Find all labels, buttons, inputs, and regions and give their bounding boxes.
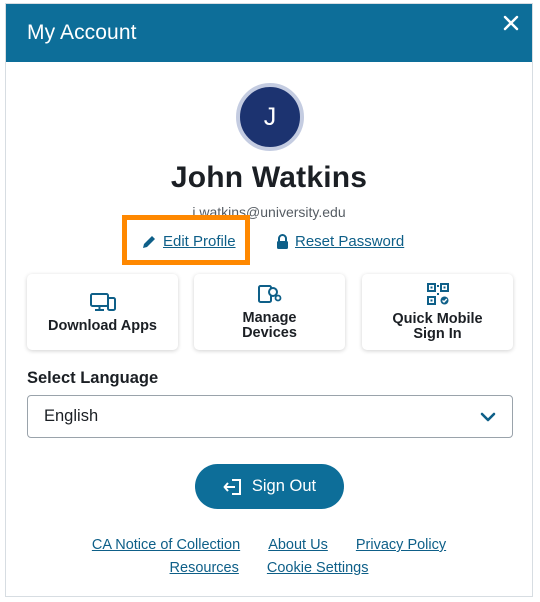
language-label: Select Language [27,369,159,387]
footer-links: CA Notice of Collection About Us Privacy… [6,534,532,580]
reset-password-link[interactable]: Reset Password [276,233,404,250]
about-us-link[interactable]: About Us [268,537,328,553]
manage-devices-icon [257,285,281,303]
avatar-initial: J [263,102,277,131]
download-apps-label: Download Apps [47,317,157,334]
avatar: J [236,83,304,151]
devices-icon [89,292,116,311]
lock-icon [277,233,288,249]
user-name: John Watkins [170,161,368,194]
language-selected-value: English [44,407,99,425]
edit-profile-highlight [122,215,250,265]
user-email: j.watkins@university.edu [192,204,346,220]
close-button[interactable] [500,12,522,34]
manage-devices-label: Manage Devices [242,310,297,341]
quick-mobile-sign-in-card[interactable]: Quick Mobile Sign In [362,274,513,350]
quick-actions: Download Apps Manage Devices Quick Mobil… [27,274,513,350]
sign-out-button[interactable]: Sign Out [195,464,344,509]
quick-mobile-sign-in-label: Quick Mobile Sign In [392,311,483,342]
cookie-settings-link[interactable]: Cookie Settings [267,560,369,576]
header-bar: My Account [6,4,532,62]
page-title: My Account [27,21,137,44]
ca-notice-link[interactable]: CA Notice of Collection [92,537,240,553]
qr-code-icon [426,283,449,305]
close-icon [503,15,519,31]
download-apps-card[interactable]: Download Apps [27,274,178,350]
language-select[interactable]: English [27,395,513,438]
reset-password-label: Reset Password [295,233,405,250]
sign-out-icon [223,478,241,495]
sign-out-label: Sign Out [251,477,317,495]
chevron-down-icon [480,412,496,421]
privacy-policy-link[interactable]: Privacy Policy [356,537,446,553]
account-panel: My Account J John Watkins j.watkins@univ… [5,3,533,597]
manage-devices-card[interactable]: Manage Devices [194,274,345,350]
resources-link[interactable]: Resources [170,560,239,576]
